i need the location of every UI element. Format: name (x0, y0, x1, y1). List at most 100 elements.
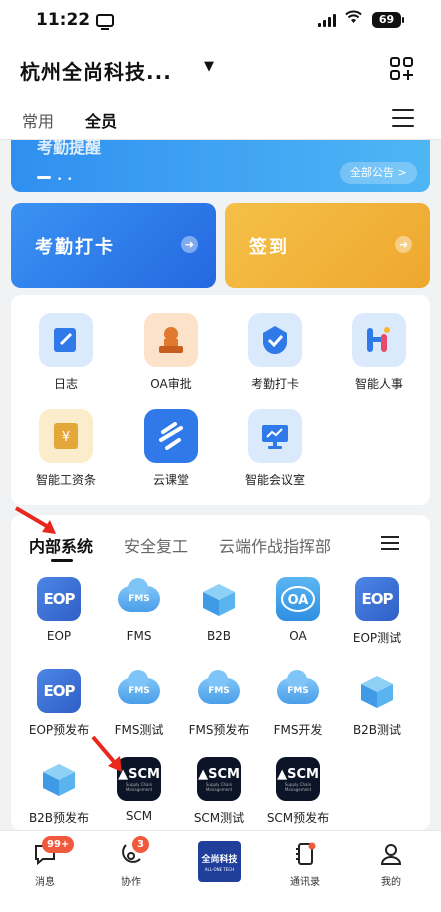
status-bar: 11:22 69 (0, 0, 441, 44)
system-label: B2B预发布 (28, 811, 90, 825)
system-label: EOP预发布 (28, 723, 90, 737)
tab-all[interactable]: 全员 (85, 108, 117, 132)
tab-label: 我的 (381, 877, 401, 888)
system-eop-item[interactable]: EOP EOP (17, 577, 101, 643)
system-b2b--item[interactable]: B2B预发布 (17, 757, 101, 826)
app-cloud-class[interactable]: 云课堂 (121, 409, 221, 488)
notice-banner[interactable]: 考勤提醒 • • 全部公告 > (11, 138, 430, 192)
battery-icon: 69 (372, 12, 404, 28)
attendance-card[interactable]: 考勤打卡 ➜ (11, 203, 216, 288)
oa-icon: OA (276, 577, 320, 621)
system-fms--item[interactable]: FMS FMS预发布 (177, 669, 261, 738)
app-label: OA审批 (150, 377, 192, 391)
app-journal[interactable]: 日志 (16, 313, 116, 392)
tab-underline (51, 559, 73, 562)
eop-icon: EOP (37, 577, 81, 621)
system-label: EOP测试 (352, 631, 402, 645)
system-fms-item[interactable]: FMS FMS (97, 577, 181, 643)
system-label: SCM (125, 809, 153, 823)
meeting-screen-icon (248, 409, 302, 463)
fms-cloud-icon: FMS (117, 669, 161, 713)
company-logo[interactable]: 全尚科技 ALL-ONE TECH (198, 841, 241, 882)
check-shield-icon (248, 313, 302, 367)
red-arrow-annotation (14, 506, 56, 534)
checkin-card[interactable]: 签到 ➜ (225, 203, 430, 288)
tab-contacts[interactable]: 通讯录 (275, 839, 335, 888)
b2b-box-icon (37, 757, 81, 801)
system-scm--item[interactable]: ▲SCM Supply Chain Management SCM预发布 (256, 757, 340, 826)
tab-label: 消息 (35, 877, 55, 888)
tab-label: 通讯录 (290, 877, 320, 888)
org-name[interactable]: 杭州全尚科技... (20, 56, 172, 85)
org-header: 杭州全尚科技... ▼ (0, 44, 441, 94)
signal-icon (318, 14, 336, 27)
attendance-card-label: 考勤打卡 (35, 237, 115, 258)
system-label: EOP (46, 629, 72, 643)
all-notices-button[interactable]: 全部公告 > (340, 162, 417, 184)
collab-icon: 3 (101, 836, 161, 869)
banner-title: 考勤提醒 (37, 138, 102, 157)
system-scm--item[interactable]: ▲SCM Supply Chain Management SCM测试 (177, 757, 261, 826)
app-meeting-room[interactable]: 智能会议室 (225, 409, 325, 488)
app-label: 智能人事 (354, 377, 403, 391)
system-fms--item[interactable]: FMS FMS开发 (256, 669, 340, 738)
system-label: SCM预发布 (266, 811, 330, 825)
person-icon (361, 839, 421, 869)
scm-icon: ▲SCM Supply Chain Management (276, 757, 320, 801)
b2b-box-icon (355, 669, 399, 713)
banner-indicator (37, 176, 51, 179)
system-label: FMS开发 (273, 723, 323, 737)
tab-common[interactable]: 常用 (22, 108, 54, 132)
system-fms--item[interactable]: FMS FMS测试 (97, 669, 181, 738)
menu-icon[interactable] (381, 536, 399, 550)
qr-add-icon[interactable] (389, 56, 415, 82)
tab-me[interactable]: 我的 (361, 839, 421, 888)
app-attendance[interactable]: 考勤打卡 (225, 313, 325, 392)
tab-messages[interactable]: 99+ 消息 (15, 836, 75, 888)
logo-sub-text: ALL-ONE TECH (204, 867, 235, 872)
app-label: 智能会议室 (244, 473, 305, 487)
tab-collab[interactable]: 3 协作 (101, 836, 161, 888)
person-hi-icon (352, 313, 406, 367)
system-label: FMS预发布 (188, 723, 250, 737)
messages-badge: 99+ (42, 836, 75, 853)
system-label: FMS (126, 629, 152, 643)
system-oa-item[interactable]: OA OA (256, 577, 340, 643)
bottom-tab-bar: 99+ 消息 3 协作 全尚科技 ALL-ONE TECH 通讯录 我的 (0, 830, 441, 912)
app-smart-hr[interactable]: 智能人事 (329, 313, 429, 392)
cloud-class-icon (144, 409, 198, 463)
logo-main-text: 全尚科技 (201, 855, 238, 865)
screen-mirror-icon (96, 14, 114, 30)
system-label: SCM测试 (193, 811, 245, 825)
menu-icon[interactable] (392, 109, 414, 127)
checkin-card-label: 签到 (249, 237, 289, 258)
banner-dots: • • (57, 175, 74, 185)
system-b2b--item[interactable]: B2B测试 (335, 669, 419, 738)
system-eop--item[interactable]: EOP EOP测试 (335, 577, 419, 646)
tab-internal-systems[interactable]: 内部系统 (29, 533, 93, 557)
app-oa-approval[interactable]: OA审批 (121, 313, 221, 392)
arrow-right-icon: ➜ (181, 236, 198, 253)
system-label: OA (289, 629, 307, 643)
chevron-down-icon[interactable]: ▼ (204, 59, 214, 74)
system-label: B2B (206, 629, 232, 643)
eop-icon: EOP (37, 669, 81, 713)
app-salary[interactable]: ¥ 智能工资条 (16, 409, 116, 488)
stamp-icon (144, 313, 198, 367)
collab-badge: 3 (132, 836, 149, 853)
fms-cloud-icon: FMS (117, 577, 161, 621)
tab-safe-return[interactable]: 安全复工 (124, 533, 188, 557)
system-label: B2B测试 (352, 723, 402, 737)
system-eop--item[interactable]: EOP EOP预发布 (17, 669, 101, 738)
svg-text:OA: OA (288, 593, 309, 608)
svg-text:¥: ¥ (62, 430, 70, 445)
app-grid: 日志 OA审批 考勤打卡 智能人事 ¥ 智能工资条 云课堂 智能会议室 (11, 295, 430, 505)
contacts-icon (275, 839, 335, 869)
systems-panel: 内部系统 安全复工 云端作战指挥部 EOP EOP FMS FMS B2B OA OA EOP… (11, 515, 430, 830)
fms-cloud-icon: FMS (197, 669, 241, 713)
status-time: 11:22 (36, 10, 91, 30)
tab-cloud-command[interactable]: 云端作战指挥部 (219, 533, 331, 557)
system-b2b-item[interactable]: B2B (177, 577, 261, 643)
app-label: 智能工资条 (35, 473, 96, 487)
app-label: 云课堂 (152, 473, 189, 487)
